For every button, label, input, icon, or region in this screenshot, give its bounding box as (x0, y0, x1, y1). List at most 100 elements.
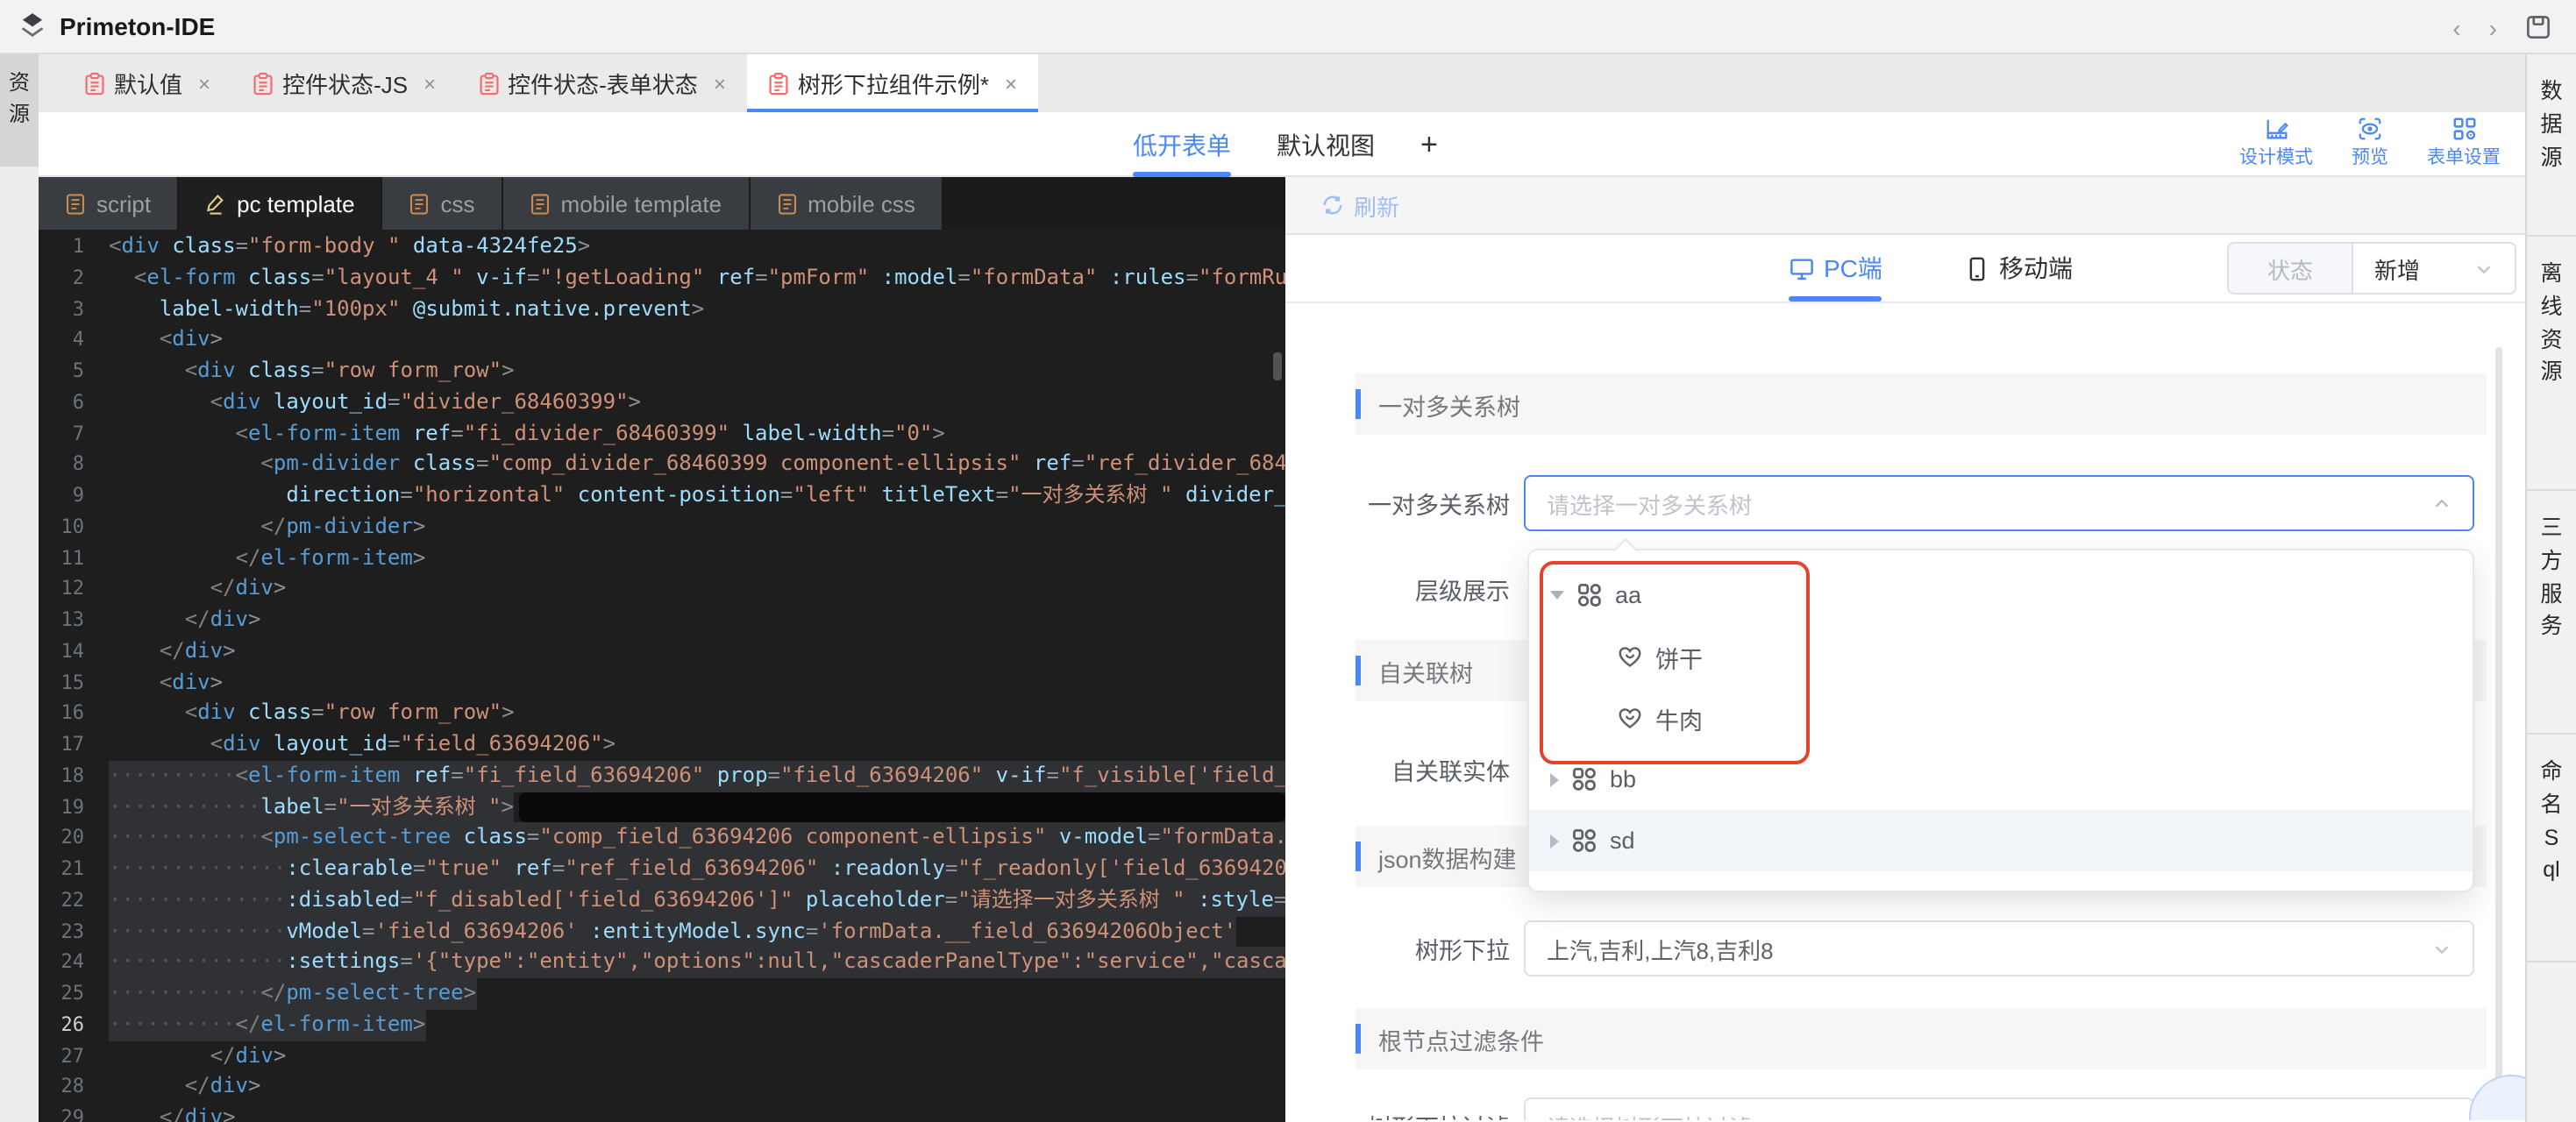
line-number: 23 (39, 916, 109, 948)
code-line-26[interactable]: 26··········</el-form-item> (39, 1010, 1285, 1041)
code-line-21[interactable]: 21··············:clearable="true" ref="r… (39, 854, 1285, 885)
code-text: ··············:settings='{"type":"entity… (109, 948, 1285, 979)
code-line-14[interactable]: 14 </div> (39, 636, 1285, 668)
code-line-11[interactable]: 11 </el-form-item> (39, 543, 1285, 574)
tree-node-0[interactable]: aa (1529, 565, 2473, 626)
state-value-dropdown[interactable]: 新增 (2353, 244, 2515, 293)
refresh-label[interactable]: 刷新 (1354, 188, 1399, 222)
tab-lowcode-form[interactable]: 低开表单 (1133, 112, 1231, 177)
tab-mobile[interactable]: 移动端 (1964, 235, 2073, 302)
code-line-16[interactable]: 16 <div class="row form_row"> (39, 699, 1285, 730)
code-line-2[interactable]: 2 <el-form class="layout_4 " v-if="!getL… (39, 263, 1285, 295)
editor-tab-mobile-css[interactable]: mobile css (750, 177, 942, 230)
history-forward-icon[interactable]: › (2489, 15, 2497, 39)
right-rail-item-label: 命名Sql (2540, 756, 2563, 961)
code-line-7[interactable]: 7 <el-form-item ref="fi_divider_68460399… (39, 418, 1285, 450)
caret-collapsed-icon[interactable] (1550, 834, 1559, 848)
history-back-icon[interactable]: ‹ (2452, 15, 2460, 39)
preview-button[interactable]: 预览 (2352, 116, 2388, 170)
right-rail: 数据源离线资源三方服务命名Sql (2525, 54, 2576, 1122)
code-line-12[interactable]: 12 </div> (39, 574, 1285, 606)
editor-tab-label: mobile css (808, 190, 915, 217)
editor-tab-pc-template[interactable]: pc template (179, 177, 381, 230)
code-line-23[interactable]: 23··············vModel='field_63694206' … (39, 916, 1285, 948)
code-line-6[interactable]: 6 <div layout_id="divider_68460399"> (39, 387, 1285, 419)
form-scrollbar[interactable] (2495, 347, 2502, 1101)
code-line-27[interactable]: 27 </div> (39, 1040, 1285, 1072)
editor-tab-mobile-template[interactable]: mobile template (503, 177, 749, 230)
code-line-4[interactable]: 4 <div> (39, 325, 1285, 357)
caret-expanded-icon[interactable] (1550, 591, 1564, 600)
code-text: <el-form class="layout_4 " v-if="!getLoa… (109, 263, 1285, 295)
code-text: </div> (109, 1103, 236, 1122)
file-tab-0[interactable]: 默认值× (63, 54, 231, 112)
code-line-3[interactable]: 3 label-width="100px" @submit.native.pre… (39, 294, 1285, 325)
form-settings-button[interactable]: 表单设置 (2427, 116, 2501, 170)
code-line-19[interactable]: 19············label="一对多关系树 "> (39, 792, 1285, 823)
document-icon (478, 71, 499, 96)
code-text: <el-form-item ref="fi_divider_68460399" … (109, 418, 945, 450)
code-line-13[interactable]: 13 </div> (39, 605, 1285, 636)
caret-collapsed-icon[interactable] (1550, 772, 1559, 786)
code-line-8[interactable]: 8 <pm-divider class="comp_divider_684603… (39, 450, 1285, 481)
right-rail-item-0[interactable]: 数据源 (2527, 54, 2576, 237)
tab-default-view[interactable]: 默认视图 (1277, 112, 1375, 177)
file-tab-3[interactable]: 树形下拉组件示例*× (747, 54, 1038, 112)
tree-node-1[interactable]: bb (1529, 749, 2473, 810)
right-rail-item-1[interactable]: 离线资源 (2527, 237, 2576, 491)
editor-scrollbar[interactable] (1273, 352, 1282, 380)
code-area[interactable]: 1<div class="form-body " data-4324fe25>2… (39, 230, 1285, 1122)
line-number: 21 (39, 854, 109, 885)
save-icon[interactable] (2525, 14, 2551, 40)
right-rail-item-2[interactable]: 三方服务 (2527, 491, 2576, 735)
code-line-17[interactable]: 17 <div layout_id="field_63694206"> (39, 729, 1285, 761)
file-tab-1[interactable]: 控件状态-JS × (231, 54, 457, 112)
document-icon (65, 192, 86, 215)
window-actions: ‹ › (2452, 0, 2551, 54)
left-rail-tab-resources[interactable]: 资源 (0, 54, 39, 167)
right-rail-item-3[interactable]: 命名Sql (2527, 735, 2576, 962)
refresh-icon[interactable] (1320, 193, 1345, 217)
code-line-22[interactable]: 22··············:disabled="f_disabled['f… (39, 885, 1285, 917)
code-line-5[interactable]: 5 <div class="row form_row"> (39, 356, 1285, 387)
close-icon[interactable]: × (714, 71, 726, 96)
left-rail: 资源 (0, 54, 39, 1122)
code-line-24[interactable]: 24··············:settings='{"type":"enti… (39, 948, 1285, 979)
code-line-28[interactable]: 28 </div> (39, 1072, 1285, 1104)
tab-pc[interactable]: PC端 (1789, 235, 1882, 302)
line-number: 2 (39, 263, 109, 295)
code-line-29[interactable]: 29 </div> (39, 1103, 1285, 1122)
code-line-10[interactable]: 10 </pm-divider> (39, 512, 1285, 543)
heart-icon (1617, 643, 1643, 670)
floating-corner-button[interactable] (2469, 1075, 2525, 1120)
code-line-18[interactable]: 18··········<el-form-item ref="fi_field_… (39, 761, 1285, 792)
design-mode-button[interactable]: 设计模式 (2239, 116, 2313, 170)
code-line-25[interactable]: 25············</pm-select-tree> (39, 978, 1285, 1010)
state-select[interactable]: 状态 新增 (2227, 242, 2516, 295)
tree-dropdown-filter-input[interactable]: 请选择树形下拉过滤 (1524, 1097, 2474, 1120)
add-view-button[interactable]: + (1420, 112, 1438, 177)
line-number: 6 (39, 387, 109, 419)
code-line-15[interactable]: 15 <div> (39, 667, 1285, 699)
editor-tab-script[interactable]: script (39, 177, 177, 230)
code-text: ············label="一对多关系树 "> (109, 792, 514, 823)
tree-dropdown-input[interactable]: 上汽,吉利,上汽8,吉利8 (1524, 920, 2474, 976)
close-icon[interactable]: × (423, 71, 436, 96)
tree-node-2[interactable]: sd (1529, 810, 2473, 871)
relation-tree-select-input[interactable]: 请选择一对多关系树 (1524, 475, 2474, 531)
code-line-9[interactable]: 9 direction="horizontal" content-positio… (39, 480, 1285, 512)
code-line-1[interactable]: 1<div class="form-body " data-4324fe25> (39, 231, 1285, 263)
close-icon[interactable]: × (198, 71, 210, 96)
code-line-20[interactable]: 20············<pm-select-tree class="com… (39, 823, 1285, 855)
tree-node-0-0[interactable]: 饼干 (1529, 626, 2473, 687)
file-tab-label: 控件状态-JS (282, 67, 408, 100)
grid-icon (1576, 582, 1603, 608)
monitor-icon (1789, 255, 1815, 281)
tree-node-0-1[interactable]: 牛肉 (1529, 687, 2473, 749)
close-icon[interactable]: × (1005, 71, 1017, 96)
tree-select-dropdown: aa饼干牛肉bbsd (1527, 549, 2474, 892)
chevron-down-icon (2474, 259, 2494, 278)
file-tab-2[interactable]: 控件状态-表单状态× (457, 54, 747, 112)
code-text: <div class="row form_row"> (109, 699, 515, 730)
editor-tab-css[interactable]: css (383, 177, 502, 230)
